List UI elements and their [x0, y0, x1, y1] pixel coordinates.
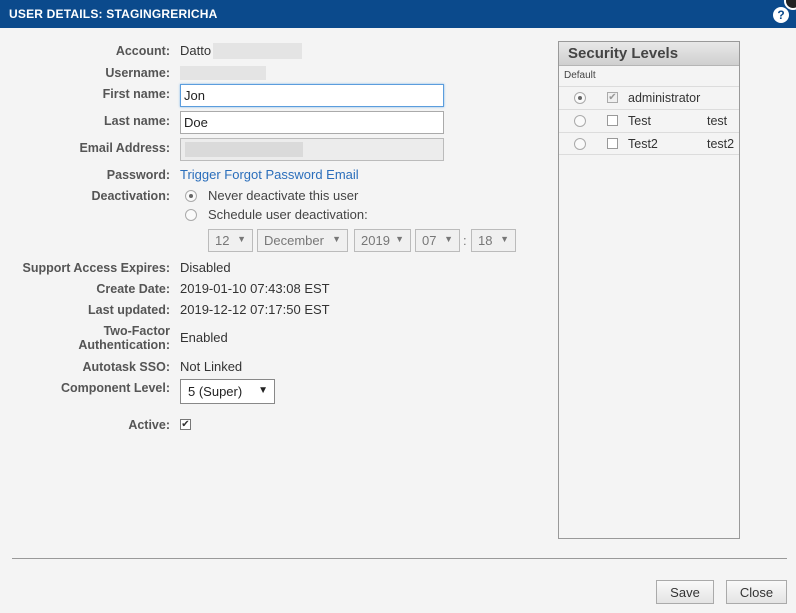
- never-deactivate-label: Never deactivate this user: [208, 188, 359, 203]
- two-factor-label-line2: Authentication:: [78, 338, 170, 352]
- username-redacted: [180, 66, 266, 80]
- month-select[interactable]: December ▼: [257, 229, 348, 252]
- never-deactivate-radio[interactable]: [185, 190, 197, 202]
- account-label: Account:: [115, 44, 170, 58]
- dialog-title: USER DETAILS: STAGINGRERICHA: [9, 7, 218, 21]
- last-name-label: Last name:: [104, 114, 170, 128]
- autotask-sso-value: Not Linked: [180, 359, 243, 374]
- default-radio[interactable]: [574, 138, 586, 150]
- close-button[interactable]: Close: [726, 580, 787, 604]
- month-value: December: [264, 233, 324, 248]
- component-level-select[interactable]: 5 (Super) ▼: [180, 379, 275, 404]
- account-redacted: [213, 43, 302, 59]
- active-label: Active:: [128, 418, 170, 432]
- deactivation-label: Deactivation:: [91, 189, 171, 203]
- time-separator: :: [463, 233, 467, 248]
- footer-divider: [12, 558, 787, 559]
- dialog-titlebar: USER DETAILS: STAGINGRERICHA: [0, 0, 796, 28]
- minute-value: 18: [478, 233, 493, 248]
- account-value: Datto: [180, 43, 212, 58]
- two-factor-value: Enabled: [180, 330, 228, 345]
- day-select[interactable]: 12 ▼: [208, 229, 253, 252]
- day-value: 12: [215, 233, 230, 248]
- username-label: Username:: [105, 66, 170, 80]
- save-button[interactable]: Save: [656, 580, 714, 604]
- security-level-row: Test2 test2: [559, 132, 739, 155]
- minute-select[interactable]: 18 ▼: [471, 229, 516, 252]
- security-level-checkbox: ✔: [607, 92, 618, 103]
- last-name-input[interactable]: Doe: [180, 111, 444, 134]
- security-levels-panel: Security Levels Default ✔ administrator …: [558, 41, 740, 539]
- security-level-checkbox[interactable]: [607, 138, 618, 149]
- schedule-deactivation-radio[interactable]: [185, 209, 197, 221]
- help-icon[interactable]: ?: [773, 7, 789, 23]
- schedule-deactivation-label: Schedule user deactivation:: [208, 207, 368, 222]
- default-radio[interactable]: [574, 92, 586, 104]
- password-label: Password:: [106, 168, 170, 182]
- support-access-value: Disabled: [180, 260, 231, 275]
- security-level-code: test: [707, 114, 728, 128]
- support-access-label: Support Access Expires:: [22, 261, 170, 275]
- chevron-down-icon: ▼: [332, 234, 341, 244]
- security-level-name: administrator: [628, 91, 701, 105]
- first-name-input[interactable]: Jon: [180, 84, 444, 107]
- year-select[interactable]: 2019 ▼: [354, 229, 411, 252]
- component-level-label: Component Level:: [60, 381, 170, 395]
- chevron-down-icon: ▼: [500, 234, 509, 244]
- default-radio[interactable]: [574, 115, 586, 127]
- email-label: Email Address:: [79, 141, 170, 155]
- security-levels-title: Security Levels: [559, 42, 739, 66]
- create-date-label: Create Date:: [96, 282, 170, 296]
- chevron-down-icon: ▼: [258, 385, 268, 396]
- security-level-checkbox[interactable]: [607, 115, 618, 126]
- create-date-value: 2019-01-10 07:43:08 EST: [180, 281, 330, 296]
- email-redacted: [185, 142, 303, 157]
- default-column-header: Default: [564, 70, 596, 81]
- security-level-row: ✔ administrator: [559, 86, 739, 109]
- component-level-value: 5 (Super): [188, 384, 243, 399]
- security-level-code: test2: [707, 137, 735, 151]
- security-level-name: Test: [628, 114, 651, 128]
- security-level-name: Test2: [628, 137, 658, 151]
- email-input: [180, 138, 444, 161]
- last-updated-value: 2019-12-12 07:17:50 EST: [180, 302, 330, 317]
- two-factor-label-line1: Two-Factor: [103, 324, 170, 338]
- chevron-down-icon: ▼: [444, 234, 453, 244]
- hour-value: 07: [422, 233, 437, 248]
- autotask-sso-label: Autotask SSO:: [82, 360, 170, 374]
- chevron-down-icon: ▼: [237, 234, 246, 244]
- chevron-down-icon: ▼: [395, 234, 404, 244]
- security-level-row: Test test: [559, 109, 739, 132]
- active-checkbox[interactable]: ✔: [180, 419, 191, 430]
- year-value: 2019: [361, 233, 390, 248]
- hour-select[interactable]: 07 ▼: [415, 229, 460, 252]
- last-updated-label: Last updated:: [88, 303, 170, 317]
- trigger-forgot-password-link[interactable]: Trigger Forgot Password Email: [180, 167, 359, 182]
- first-name-label: First name:: [102, 87, 170, 101]
